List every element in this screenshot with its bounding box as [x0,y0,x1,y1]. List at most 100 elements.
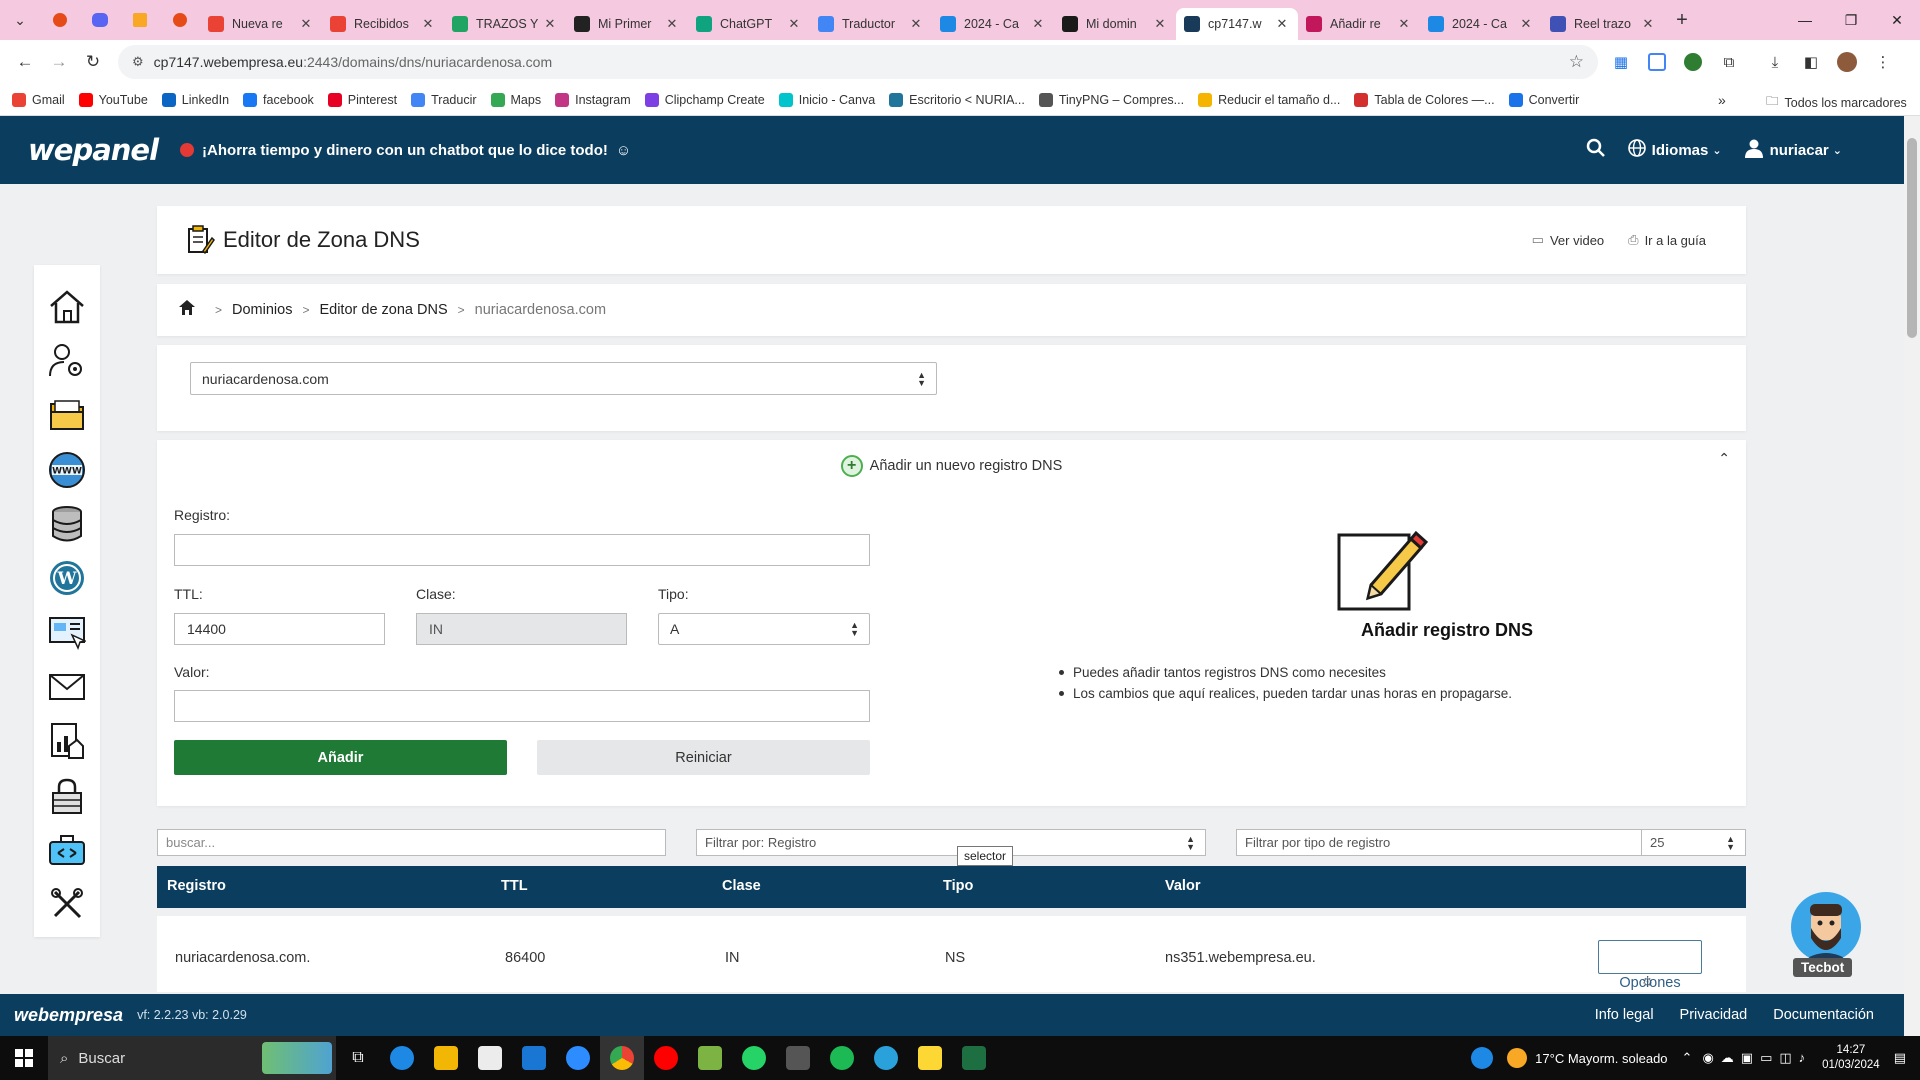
close-tab-icon[interactable]: ✕ [1030,16,1046,32]
user-menu[interactable]: nuriacar ⌄ [1744,138,1842,163]
bookmark-item[interactable]: Convertir [1508,92,1579,107]
footer-link-docs[interactable]: Documentación [1773,1007,1874,1023]
wordpress-icon[interactable]: W [45,557,89,600]
sticky-notes-icon[interactable] [908,1036,952,1080]
ttl-input[interactable]: 14400 [174,613,385,645]
page-scrollbar[interactable] [1904,116,1920,1036]
bookmark-star-icon[interactable]: ☆ [1569,52,1584,72]
site-builder-icon[interactable] [45,611,89,654]
pinned-tab-2[interactable] [80,0,120,40]
bookmark-item[interactable]: Traducir [411,92,477,107]
browser-menu-icon[interactable]: ⋮ [1867,46,1899,78]
bookmark-item[interactable]: facebook [243,92,314,107]
restore-icon[interactable]: ❐ [1828,0,1874,40]
reset-button[interactable]: Reiniciar [537,740,870,775]
bookmark-item[interactable]: Tabla de Colores —... [1354,92,1495,107]
file-explorer-icon[interactable] [424,1036,468,1080]
tab-search-chevron-icon[interactable]: ⌄ [0,0,40,40]
browser-tab[interactable]: TRAZOS Y ✕ [444,8,566,40]
browser-tab[interactable]: Añadir re ✕ [1298,8,1420,40]
help-icon[interactable] [1471,1047,1494,1069]
bookmarks-overflow-icon[interactable]: » [1718,92,1726,108]
user-settings-icon[interactable] [45,339,89,382]
minimize-icon[interactable]: — [1782,0,1828,40]
browser-tab[interactable]: Reel trazo ✕ [1542,8,1664,40]
column-header-clase[interactable]: Clase [722,878,761,894]
database-icon[interactable] [45,502,89,545]
browser-tab[interactable]: Mi Primer ✕ [566,8,688,40]
collapse-chevron-icon[interactable]: ⌃ [1718,450,1730,467]
security-lock-icon[interactable] [45,774,89,817]
taskbar-search[interactable]: ⌕ Buscar [48,1036,336,1080]
column-header-ttl[interactable]: TTL [501,878,528,894]
wepanel-logo[interactable]: wepanel [28,133,159,167]
tipo-select[interactable]: A ▲ ▼ [658,613,870,645]
footer-link-legal[interactable]: Info legal [1595,1007,1654,1023]
search-icon[interactable] [1586,138,1606,163]
email-envelope-icon[interactable] [45,665,89,708]
bookmark-item[interactable]: Maps [490,92,541,107]
bookmark-item[interactable]: Reducir el tamaño d... [1198,92,1340,107]
chrome-icon[interactable] [600,1036,644,1080]
close-tab-icon[interactable]: ✕ [664,16,680,32]
domain-select[interactable]: nuriacardenosa.com ▲ ▼ [190,362,937,395]
bookmark-item[interactable]: Clipchamp Create [644,92,765,107]
notifications-icon[interactable]: ▤ [1894,1050,1906,1066]
notepad-icon[interactable] [688,1036,732,1080]
bookmark-item[interactable]: YouTube [78,92,148,107]
whatsapp-icon[interactable] [732,1036,776,1080]
breadcrumb-dominios[interactable]: Dominios [232,302,292,318]
close-tab-icon[interactable]: ✕ [786,16,802,32]
registro-input[interactable] [174,534,870,566]
bookmark-item[interactable]: Inicio - Canva [778,92,875,107]
excel-icon[interactable] [952,1036,996,1080]
bookmark-item[interactable]: TinyPNG – Compres... [1038,92,1184,107]
close-tab-icon[interactable]: ✕ [298,16,314,32]
files-folder-icon[interactable] [45,394,89,437]
page-size-select[interactable]: 25 ▲ ▼ [1641,829,1746,856]
close-tab-icon[interactable]: ✕ [420,16,436,32]
close-tab-icon[interactable]: ✕ [1152,16,1168,32]
valor-input[interactable] [174,690,870,722]
youtube-music-icon[interactable] [644,1036,688,1080]
bookmark-item[interactable]: LinkedIn [161,92,229,107]
search-records-input[interactable]: buscar... [157,829,666,856]
profile-avatar[interactable] [1831,46,1863,78]
site-info-icon[interactable]: ⚙ [132,54,144,70]
extension-green-icon[interactable] [1677,46,1709,78]
mail-icon[interactable] [512,1036,556,1080]
new-tab-button[interactable]: + [1664,0,1700,40]
column-header-valor[interactable]: Valor [1165,878,1200,894]
software-toolbox-icon[interactable] [45,828,89,871]
apps-grid-icon[interactable]: ▦ [1605,46,1637,78]
task-view-icon[interactable]: ⧉ [336,1036,380,1080]
filter-by-select[interactable]: Filtrar por: Registro ▲ ▼ [696,829,1206,856]
browser-tab[interactable]: Traductor ✕ [810,8,932,40]
add-button[interactable]: Añadir [174,740,507,775]
breadcrumb-dns-editor[interactable]: Editor de zona DNS [319,302,447,318]
browser-tab[interactable]: Mi domin ✕ [1054,8,1176,40]
home-icon[interactable] [45,285,89,328]
close-tab-icon[interactable]: ✕ [1518,16,1534,32]
taskbar-clock[interactable]: 14:27 01/03/2024 [1822,1043,1880,1073]
extension-translate-icon[interactable] [1641,46,1673,78]
download-icon[interactable]: ⤓ [1759,46,1791,78]
pinned-tab-4[interactable] [160,0,200,40]
column-header-registro[interactable]: Registro [167,878,226,894]
close-tab-icon[interactable]: ✕ [1396,16,1412,32]
address-bar[interactable]: ⚙ cp7147.webempresa.eu:2443/domains/dns/… [118,45,1598,79]
close-tab-icon[interactable]: ✕ [542,16,558,32]
languages-menu[interactable]: Idiomas ⌄ [1627,138,1722,162]
windows-start-icon[interactable] [0,1036,48,1080]
spotify-icon[interactable] [820,1036,864,1080]
all-bookmarks-folder[interactable]: 🗀 Todos los marcadores [1766,92,1907,113]
guide-link[interactable]: ⎙ Ir a la guía [1628,232,1706,248]
scrollbar-thumb[interactable] [1907,138,1917,338]
footer-link-privacy[interactable]: Privacidad [1680,1007,1748,1023]
store-icon[interactable] [468,1036,512,1080]
close-tab-icon[interactable]: ✕ [908,16,924,32]
edge-icon[interactable] [380,1036,424,1080]
tray-chevron-up-icon[interactable]: ⌃ [1682,1050,1693,1066]
browser-tab[interactable]: cp7147.w ✕ [1176,8,1298,40]
tray-icons[interactable]: ◉☁▣▭◫♪ [1702,1050,1812,1066]
